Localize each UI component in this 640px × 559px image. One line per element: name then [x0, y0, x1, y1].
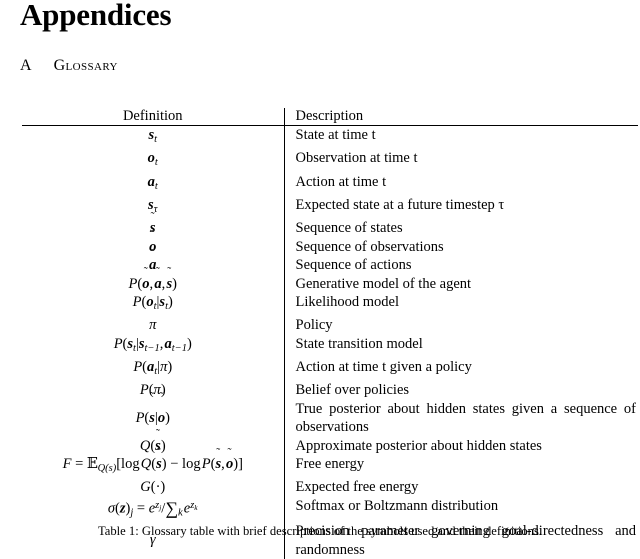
- section-heading: A Glossary: [20, 58, 118, 74]
- description-cell: State transition model: [283, 334, 638, 358]
- symbol-cell: ˜ a: [149, 245, 157, 274]
- symbol-cell: F = 𝔼Q(s)[log Q(˜ s) − log P(˜ s, ˜ o)]: [62, 444, 243, 474]
- description-cell: Sequence of observations: [283, 237, 638, 257]
- description-cell: Likelihood model: [283, 292, 638, 317]
- symbol-cell: st: [148, 127, 158, 145]
- paper-page: Appendices A Glossary Definition Descript…: [0, 0, 640, 559]
- description-cell: Action at time t: [283, 172, 638, 196]
- description-cell: Sequence of states: [283, 219, 638, 238]
- table-row: σ(z)j = ezj/∑k ezk Softmax or Boltzmann …: [22, 496, 638, 523]
- symbol-cell: π: [149, 317, 157, 334]
- description-cell: Observation at time t: [283, 149, 638, 173]
- symbol-cell: ot: [147, 150, 158, 169]
- symbol-cell: P(st|st−1, at−1): [113, 335, 192, 354]
- column-header-description: Description: [283, 108, 638, 125]
- description-cell: Free energy: [283, 454, 638, 479]
- page-title: Appendices: [20, 0, 172, 32]
- description-cell: State at time t: [283, 126, 638, 150]
- description-cell: Action at time t given a policy: [283, 358, 638, 382]
- table-row: P(ot|st) Likelihood model: [22, 292, 638, 317]
- description-cell: Softmax or Boltzmann distribution: [283, 496, 638, 523]
- table-row: P(at|π) Action at time t given a policy: [22, 358, 638, 382]
- symbol-cell: P(ot|st): [132, 293, 173, 312]
- table-row: G(·) Expected free energy: [22, 478, 638, 497]
- table-row: P(st|st−1, at−1) State transition model: [22, 334, 638, 358]
- table-row: Q(˜ s) Approximate posterior about hidden…: [22, 426, 638, 455]
- glossary-table: Definition Description st State at time …: [22, 108, 638, 559]
- table-row: ot Observation at time t: [22, 149, 638, 173]
- description-cell: Belief over policies: [283, 381, 638, 400]
- glossary-table-wrapper: Definition Description st State at time …: [22, 108, 638, 559]
- symbol-cell: P(˜ s| ˜ o): [135, 389, 170, 426]
- description-cell: True posterior about hidden states given…: [283, 399, 638, 437]
- column-header-definition: Definition: [122, 108, 183, 124]
- table-header-row: Definition Description: [22, 108, 638, 125]
- symbol-cell: at: [147, 173, 158, 192]
- symbol-cell: Q(˜ s): [139, 426, 166, 454]
- table-row: at Action at time t: [22, 172, 638, 196]
- table-row: π Policy: [22, 316, 638, 335]
- table-body: st State at time t ot Observation at tim…: [22, 126, 638, 559]
- table-row: st State at time t: [22, 126, 638, 150]
- table-row: F = 𝔼Q(s)[log Q(˜ s) − log P(˜ s, ˜ o)] Fre…: [22, 444, 638, 479]
- section-letter: A: [20, 57, 32, 74]
- table-caption: Table 1: Glossary table with brief descr…: [97, 524, 542, 538]
- section-title: Glossary: [53, 57, 118, 74]
- table-row: P(π) Belief over policies: [22, 381, 638, 400]
- description-cell: Sequence of actions: [283, 256, 638, 275]
- table-row: P(˜ o, ˜ a, ˜ s) Generative model of the ag…: [22, 264, 638, 293]
- description-cell: Policy: [283, 316, 638, 335]
- description-cell: Generative model of the agent: [283, 274, 638, 293]
- symbol-cell: P(at|π): [133, 359, 173, 377]
- symbol-cell: P(˜ o, ˜ a, ˜ s): [128, 264, 177, 292]
- description-cell: Expected state at a future timestep τ: [283, 195, 638, 220]
- symbol-cell: σ(z)j = ezj/∑k ezk: [107, 497, 198, 518]
- table-row: ˜ o Sequence of observations: [22, 229, 638, 257]
- table-row: ˜ s Sequence of states: [22, 210, 638, 238]
- table-row: ˜ a Sequence of actions: [22, 245, 638, 275]
- table-row: P(˜ s| ˜ o) True posterior about hidden sta…: [22, 389, 638, 437]
- description-cell: Expected free energy: [283, 478, 638, 497]
- symbol-cell: G(·): [140, 479, 166, 496]
- description-cell: Approximate posterior about hidden state…: [283, 436, 638, 455]
- table-row: sτ Expected state at a future timestep τ: [22, 195, 638, 220]
